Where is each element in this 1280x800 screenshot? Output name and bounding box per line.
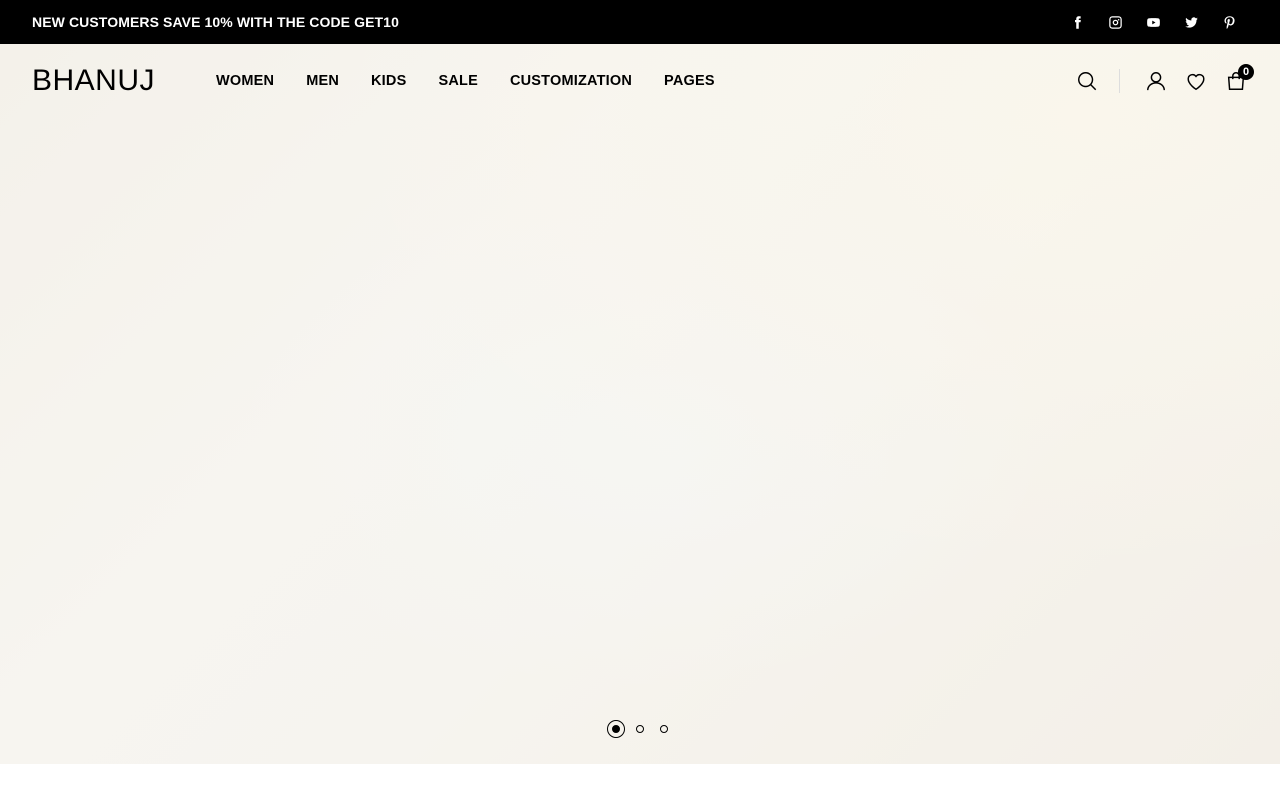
twitter-link[interactable] (1172, 10, 1210, 34)
slider-dot-1[interactable] (607, 720, 625, 738)
search-button[interactable] (1067, 61, 1107, 101)
wishlist-button[interactable] (1176, 61, 1216, 101)
nav-item-pages[interactable]: PAGES (664, 73, 715, 89)
main-nav: WOMEN MEN KIDS SALE CUSTOMIZATION PAGES (216, 73, 715, 89)
header-divider (1119, 69, 1120, 93)
nav-item-kids[interactable]: KIDS (371, 73, 406, 89)
site-logo[interactable]: BHANUJ (32, 66, 216, 96)
slider-dot-3[interactable] (655, 720, 673, 738)
cart-button[interactable]: 0 (1216, 61, 1256, 101)
hero-slider[interactable] (0, 44, 1280, 764)
facebook-link[interactable] (1058, 10, 1096, 34)
site-header: BHANUJ WOMEN MEN KIDS SALE CUSTOMIZATION… (0, 44, 1280, 118)
nav-item-women[interactable]: WOMEN (216, 73, 274, 89)
nav-item-sale[interactable]: SALE (438, 73, 477, 89)
slider-dot-2[interactable] (631, 720, 649, 738)
nav-item-customization[interactable]: CUSTOMIZATION (510, 73, 632, 89)
social-links (1058, 10, 1248, 34)
facebook-icon (1074, 15, 1081, 29)
cart-count-badge: 0 (1238, 64, 1254, 80)
announcement-bar: NEW CUSTOMERS SAVE 10% WITH THE CODE GET… (0, 0, 1280, 44)
pinterest-link[interactable] (1210, 10, 1248, 34)
youtube-link[interactable] (1134, 10, 1172, 34)
nav-item-men[interactable]: MEN (306, 73, 339, 89)
slider-pagination (0, 718, 1280, 740)
hero-background (0, 44, 1280, 764)
search-icon (1078, 72, 1097, 91)
twitter-icon (1184, 16, 1198, 28)
header-actions: 0 (1067, 44, 1256, 118)
user-icon (1147, 72, 1165, 91)
announcement-text: NEW CUSTOMERS SAVE 10% WITH THE CODE GET… (32, 14, 399, 30)
instagram-link[interactable] (1096, 10, 1134, 34)
pinterest-icon (1224, 15, 1235, 29)
account-button[interactable] (1136, 61, 1176, 101)
heart-icon (1187, 73, 1205, 91)
youtube-icon (1146, 17, 1160, 27)
instagram-icon (1108, 15, 1122, 29)
